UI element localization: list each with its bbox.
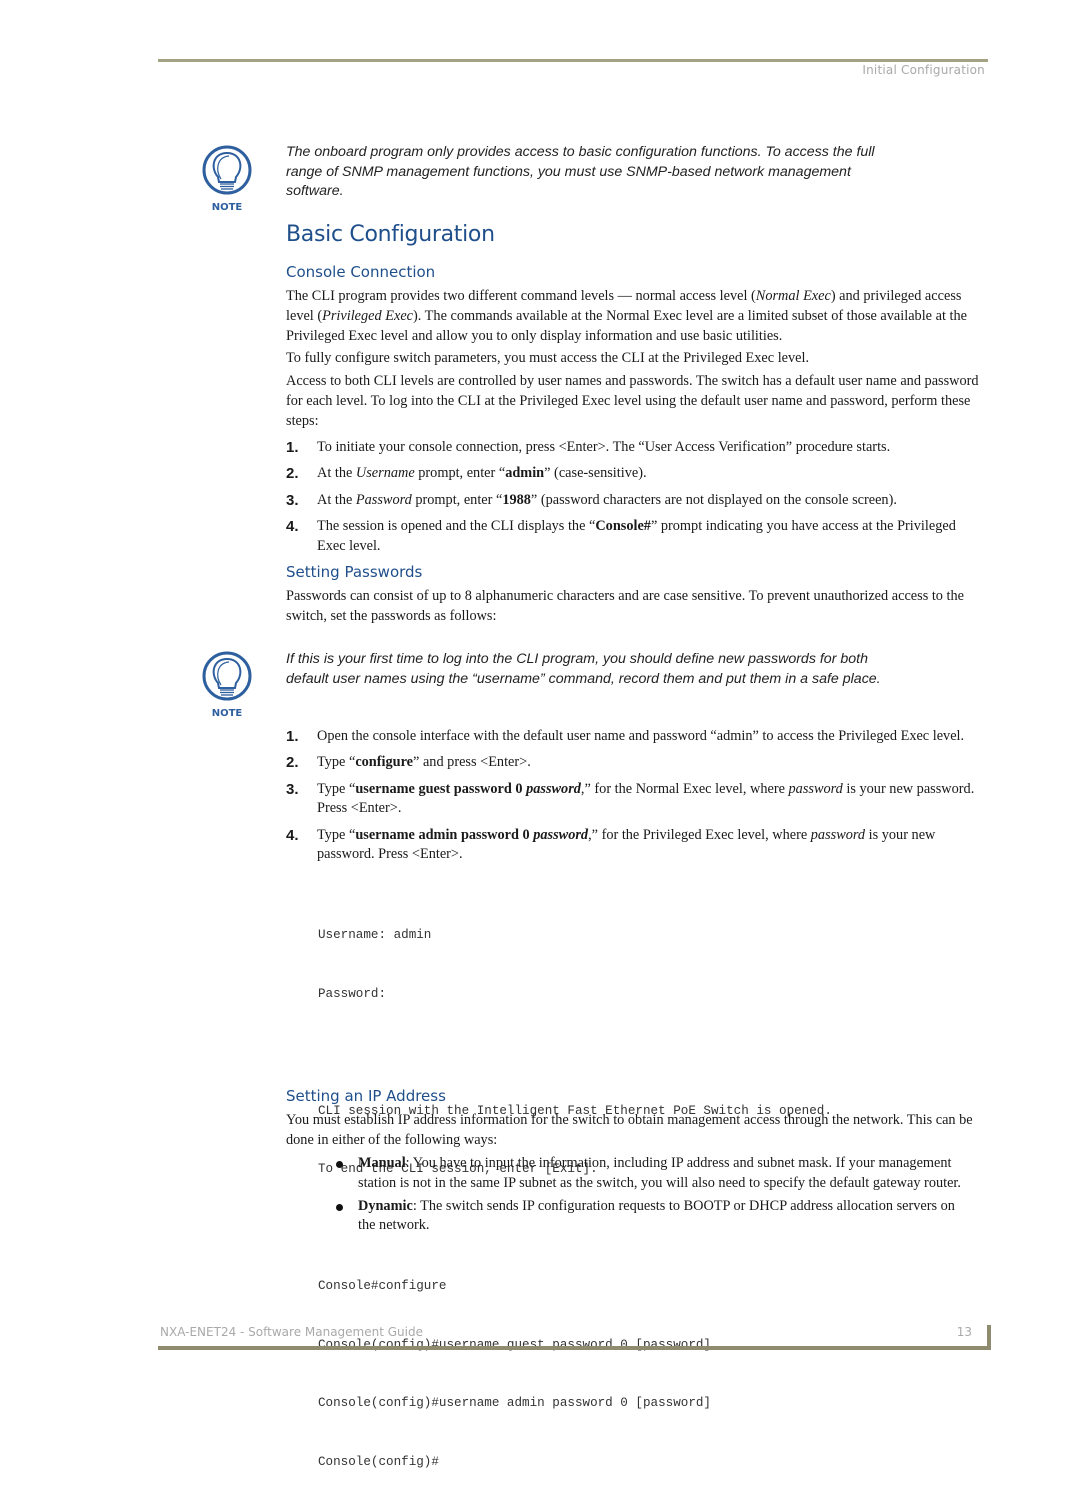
step-number: 2. [286, 754, 299, 772]
lightbulb-note-icon: NOTE [202, 651, 252, 719]
bullet-icon [336, 1161, 343, 1168]
header-rule [158, 59, 988, 62]
step-number: 2. [286, 465, 299, 483]
step-item: 2. Type “configure” and press <Enter>. [286, 754, 531, 772]
code-line: ​ [318, 1043, 832, 1063]
step-number: 1. [286, 728, 299, 745]
footer-title: NXA-ENET24 - Software Management Guide [160, 1325, 423, 1339]
step-number: 4. [286, 826, 299, 844]
note-icon: NOTE [198, 650, 256, 722]
paragraph: You must establish IP address informatio… [286, 1112, 973, 1148]
bullet-item: Manual: You have to input the informatio… [334, 1154, 974, 1194]
note-icon: NOTE [198, 144, 256, 216]
note-text: If this is your first time to log into t… [286, 651, 881, 687]
step-item: 2. At the Username prompt, enter “admin”… [286, 465, 647, 483]
step-number: 3. [286, 491, 299, 509]
paragraph: To fully configure switch parameters, yo… [286, 350, 810, 366]
section-title: Basic Configuration [286, 222, 495, 247]
footer-rule-vertical [987, 1325, 991, 1350]
footer-rule [158, 1346, 990, 1350]
code-line: Console#configure [318, 1279, 447, 1293]
paragraph: Access to both CLI levels are controlled… [286, 373, 979, 429]
step-number: 4. [286, 517, 299, 535]
svg-text:NOTE: NOTE [212, 202, 243, 213]
note-text: The onboard program only provides access… [286, 144, 875, 199]
paragraph: The CLI program provides two different c… [286, 288, 967, 344]
step-item: 3. Type “username guest password 0 passw… [286, 780, 975, 817]
running-head: Initial Configuration [862, 63, 985, 77]
heading-setting-passwords: Setting Passwords [286, 563, 423, 581]
step-number: 3. [286, 780, 299, 798]
bullet-icon [336, 1203, 343, 1211]
paragraph: Passwords can consist of up to 8 alphanu… [286, 588, 964, 624]
page-number: 13 [956, 1325, 972, 1339]
svg-text:NOTE: NOTE [212, 708, 243, 719]
steps-list-passwords: 1. Open the console interface with the d… [286, 727, 986, 872]
step-item: 4. Type “username admin password 0 passw… [286, 826, 936, 863]
heading-console-connection: Console Connection [286, 263, 436, 281]
step-item: 1. Open the console interface with the d… [286, 728, 965, 745]
heading-setting-ip-address: Setting an IP Address [286, 1087, 446, 1105]
lightbulb-note-icon: NOTE [202, 145, 252, 213]
step-item: 3. At the Password prompt, enter “1988” … [286, 491, 897, 509]
code-line: Password: [318, 986, 387, 1001]
bullet-list: Manual: You have to input the informatio… [334, 1154, 974, 1239]
code-line: Console(config)# [318, 1454, 439, 1469]
code-line: Username: admin [318, 928, 432, 942]
bullet-item: Dynamic: The switch sends IP configurati… [334, 1197, 974, 1237]
step-number: 1. [286, 439, 299, 456]
step-item: 4. The session is opened and the CLI dis… [286, 517, 956, 554]
step-item: 1. To initiate your console connection, … [286, 439, 891, 456]
steps-list-console: 1. To initiate your console connection, … [286, 438, 986, 563]
